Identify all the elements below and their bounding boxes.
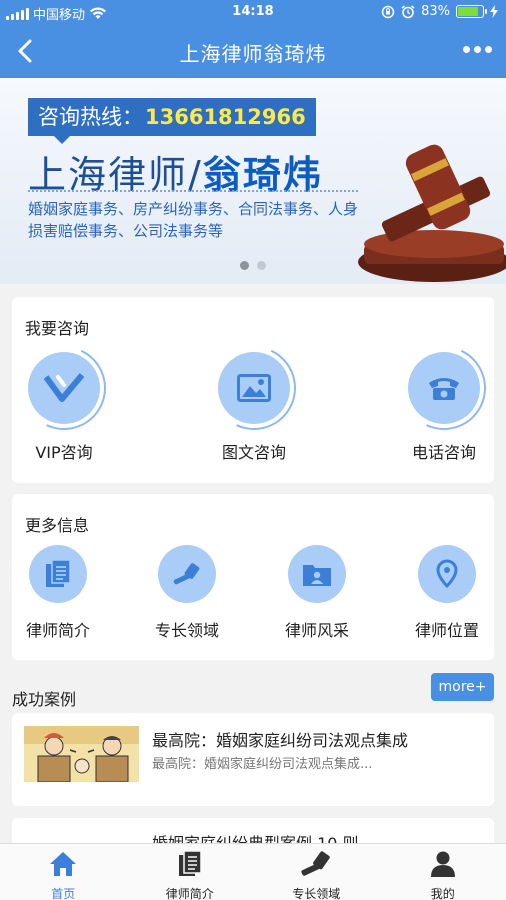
- battery-percent: 83%: [421, 4, 450, 19]
- charging-icon: [490, 5, 498, 18]
- home-icon: [50, 852, 77, 876]
- banner-carousel[interactable]: 咨询热线： 13661812966 上海律师/ 翁琦炜 婚姻家庭事务、房产纠纷事…: [0, 78, 506, 284]
- lawyer-intro-button[interactable]: [29, 545, 87, 603]
- image-icon: [237, 374, 271, 402]
- consult-title: 我要咨询: [25, 319, 90, 338]
- gavel-icon: [301, 851, 330, 876]
- photo-folder-icon: [303, 565, 331, 586]
- lawyer-gallery-button[interactable]: [288, 545, 346, 603]
- gavel-icon: [173, 563, 200, 585]
- battery-icon: [456, 5, 487, 18]
- carousel-dot-1[interactable]: [240, 261, 249, 270]
- tab-lawyer-intro-label: 律师简介: [165, 887, 214, 900]
- consult-card: 我要咨询 VIP咨询 图文咨询 电话咨询: [10, 297, 498, 483]
- document-icon: [46, 559, 71, 587]
- location-pin-icon: [436, 559, 458, 589]
- case-title[interactable]: 最高院：婚姻家庭纠纷司法观点集成: [152, 727, 408, 751]
- cases-title: 成功案例: [12, 690, 77, 709]
- carousel-dots: [0, 261, 506, 270]
- tab-mine-label: 我的: [430, 887, 455, 900]
- document-icon: [178, 850, 202, 876]
- cases-more-button[interactable]: more+: [431, 673, 494, 701]
- lawyer-location-label[interactable]: 律师位置: [387, 617, 506, 641]
- vip-icon: [44, 373, 84, 402]
- vip-consult-label[interactable]: VIP咨询: [4, 439, 124, 463]
- tab-mine[interactable]: 我的: [380, 844, 506, 900]
- phone-icon: [429, 378, 459, 400]
- expertise-button[interactable]: [158, 545, 216, 603]
- alarm-icon: [401, 4, 415, 18]
- case-desc: 最高院：婚姻家庭纠纷司法观点集成...: [152, 757, 373, 772]
- phone-consult-label[interactable]: 电话咨询: [384, 439, 504, 463]
- vip-consult-button[interactable]: [10, 334, 118, 442]
- page-title: 上海律师翁琦炜: [179, 42, 327, 66]
- tab-home-label: 首页: [51, 887, 76, 900]
- hotline-badge: 咨询热线： 13661812966: [28, 98, 316, 144]
- tab-lawyer-intro[interactable]: 律师简介: [127, 844, 254, 900]
- more-info-card: 更多信息 律师简介 专长领域 律师风采 律师位置: [12, 494, 494, 660]
- case-thumbnail: [24, 726, 139, 782]
- banner-divider: [28, 190, 358, 192]
- lawyer-gallery-label[interactable]: 律师风采: [257, 617, 377, 641]
- more-dots-icon[interactable]: [463, 46, 492, 53]
- more-info-title: 更多信息: [25, 516, 90, 535]
- rotation-lock-icon: [381, 5, 395, 18]
- tab-expertise-label: 专长领域: [292, 887, 341, 900]
- phone-consult-button[interactable]: [390, 334, 498, 442]
- hotline-label: 咨询热线：: [38, 105, 143, 129]
- tab-expertise[interactable]: 专长领域: [253, 844, 380, 900]
- image-consult-button[interactable]: [200, 334, 308, 442]
- hotline-number: 13661812966: [145, 105, 306, 129]
- user-icon: [430, 851, 455, 877]
- tab-bar: 首页 律师简介 专长领域 我的: [0, 843, 506, 900]
- nav-bar: 上海律师翁琦炜: [0, 26, 506, 78]
- battery-level: [458, 7, 478, 16]
- lawyer-location-button[interactable]: [418, 545, 476, 603]
- expertise-label[interactable]: 专长领域: [127, 617, 247, 641]
- lawyer-intro-label[interactable]: 律师简介: [0, 617, 118, 641]
- status-right: 83%: [381, 4, 498, 19]
- tab-home[interactable]: 首页: [0, 844, 127, 900]
- image-consult-label[interactable]: 图文咨询: [194, 439, 314, 463]
- case-item[interactable]: 最高院：婚姻家庭纠纷司法观点集成 最高院：婚姻家庭纠纷司法观点集成...: [12, 713, 494, 806]
- status-bar: 中国移动 14:18 83%: [0, 0, 506, 26]
- carousel-dot-2[interactable]: [257, 261, 266, 270]
